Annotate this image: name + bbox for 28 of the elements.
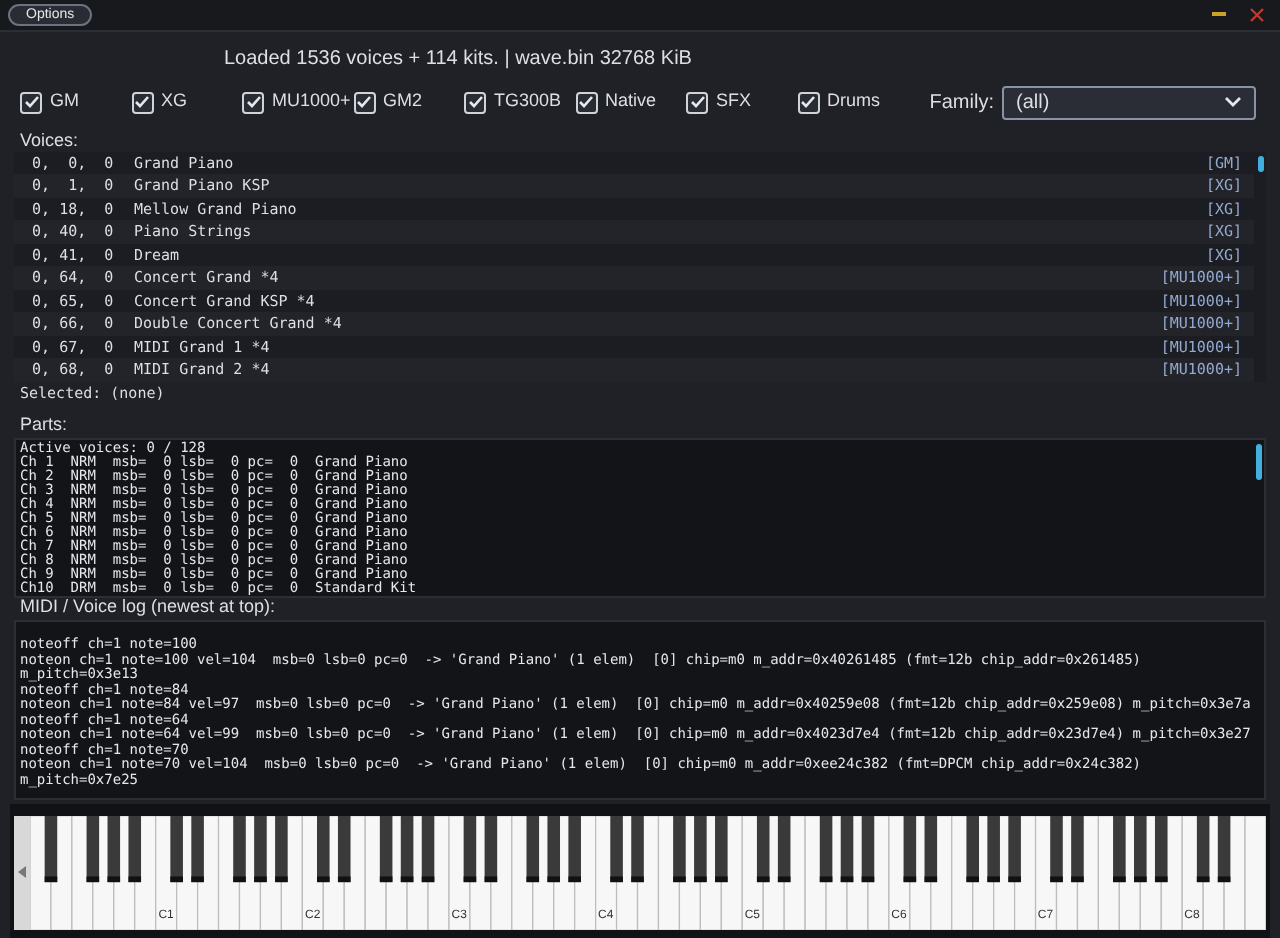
family-dropdown[interactable]: (all): [1002, 85, 1256, 120]
checkbox[interactable]: [131, 91, 153, 114]
checkbox[interactable]: [686, 91, 708, 114]
section-label: Voices:: [20, 131, 79, 150]
scrollbar-thumb[interactable]: [1255, 443, 1261, 480]
checkbox-label: Drums: [827, 88, 880, 115]
checkbox[interactable]: [464, 91, 486, 114]
checkbox[interactable]: [575, 91, 597, 114]
checkbox[interactable]: [353, 91, 375, 114]
chevron-down-icon: [1224, 96, 1242, 109]
section-label: MIDI / Voice log (newest at top):: [20, 598, 276, 617]
checkbox-label: MU1000+: [272, 88, 351, 115]
minimize-icon[interactable]: [1212, 12, 1226, 17]
status-text: Loaded 1536 voices + 114 kits. | wave.bin 32768 KiB: [224, 46, 692, 75]
piano-keys-drawing[interactable]: [30, 815, 1266, 930]
family-label: Family:: [929, 89, 994, 118]
checkbox-label: Native: [605, 88, 657, 115]
checkbox-label: GM2: [383, 88, 423, 115]
checkbox[interactable]: [797, 91, 819, 114]
checkbox-label: GM: [50, 88, 79, 115]
scroll-left-button[interactable]: [14, 815, 30, 930]
checkbox-label: XG: [161, 88, 188, 115]
checkbox[interactable]: [242, 91, 264, 114]
checkbox-label: SFX: [716, 88, 752, 115]
section-label: Parts:: [20, 415, 68, 434]
checkbox-label: TG300B: [494, 88, 562, 115]
close-icon[interactable]: [1250, 7, 1264, 22]
checkbox[interactable]: [20, 91, 42, 114]
